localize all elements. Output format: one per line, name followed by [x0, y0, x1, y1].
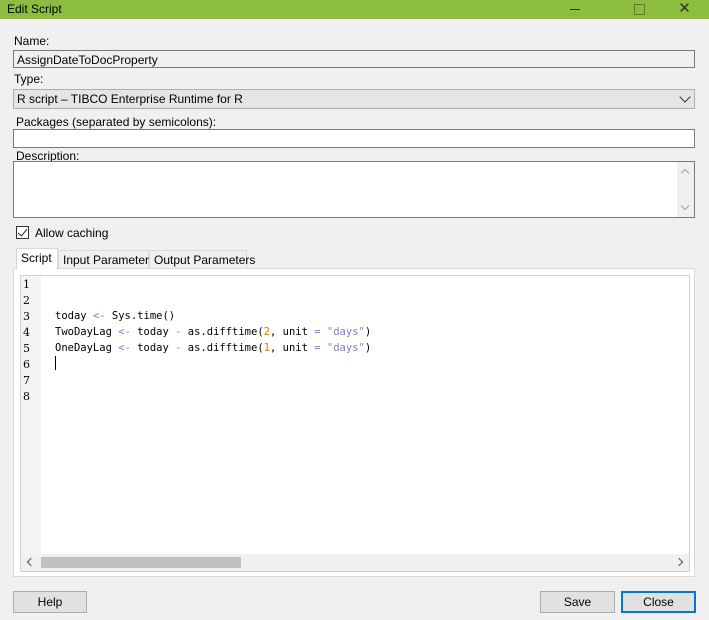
editor-horizontal-scrollbar[interactable]: [21, 554, 689, 571]
line-number: 1: [23, 278, 30, 291]
save-button[interactable]: Save: [540, 591, 615, 613]
allow-caching-label[interactable]: Allow caching: [35, 226, 108, 240]
title-bar: Edit Script ✕: [0, 0, 709, 19]
packages-label: Packages (separated by semicolons):: [16, 115, 217, 129]
line-number: 7: [23, 374, 30, 387]
tab-output-parameters[interactable]: Output Parameters: [149, 250, 255, 269]
packages-input[interactable]: [13, 129, 695, 148]
script-tab-panel: 1 2 3 4 5 6 7 8 today <- Sys.time() TwoD…: [13, 268, 695, 577]
minimize-icon[interactable]: [552, 0, 597, 19]
line-number: 2: [23, 294, 30, 307]
close-icon[interactable]: ✕: [662, 0, 707, 19]
code-line[interactable]: today <- Sys.time(): [55, 310, 175, 322]
scroll-up-icon[interactable]: [680, 168, 690, 178]
help-button[interactable]: Help: [13, 591, 87, 613]
scroll-left-icon[interactable]: [26, 557, 36, 567]
type-label: Type:: [14, 72, 44, 86]
line-number: 6: [23, 358, 30, 371]
line-number: 3: [23, 310, 30, 323]
maximize-icon[interactable]: [617, 0, 662, 19]
scroll-down-icon[interactable]: [680, 201, 690, 211]
checkmark-icon: [17, 226, 28, 237]
scrollbar-thumb[interactable]: [41, 557, 241, 568]
name-field[interactable]: AssignDateToDocProperty: [13, 50, 695, 68]
allow-caching-checkbox[interactable]: [16, 226, 29, 239]
line-number: 4: [23, 326, 30, 339]
script-editor[interactable]: 1 2 3 4 5 6 7 8 today <- Sys.time() TwoD…: [20, 275, 690, 572]
name-value: AssignDateToDocProperty: [17, 53, 158, 67]
code-line[interactable]: OneDayLag <- today - as.difftime(1, unit…: [55, 342, 371, 354]
description-textarea[interactable]: [13, 161, 695, 218]
line-number: 8: [23, 390, 30, 403]
line-number-gutter: 1 2 3 4 5 6 7 8: [21, 276, 41, 556]
type-value: R script – TIBCO Enterprise Runtime for …: [17, 92, 243, 106]
text-caret: [55, 356, 56, 370]
tab-input-parameters[interactable]: Input Parameters: [58, 250, 155, 269]
code-line[interactable]: TwoDayLag <- today - as.difftime(2, unit…: [55, 326, 371, 338]
name-label: Name:: [14, 34, 50, 48]
scroll-right-icon[interactable]: [674, 557, 684, 567]
close-button[interactable]: Close: [621, 591, 696, 613]
line-number: 5: [23, 342, 30, 355]
tab-script[interactable]: Script: [16, 248, 58, 270]
window-title: Edit Script: [7, 2, 62, 16]
chevron-down-icon: [679, 91, 691, 103]
type-select[interactable]: R script – TIBCO Enterprise Runtime for …: [13, 89, 695, 109]
description-scrollbar[interactable]: [677, 162, 694, 217]
